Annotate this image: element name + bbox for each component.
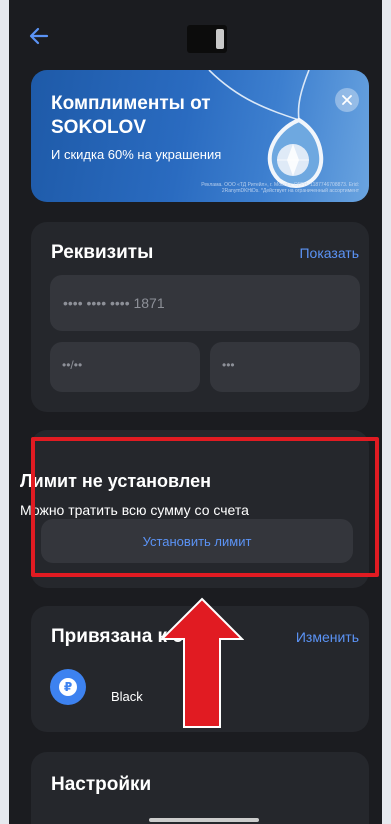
card-chip (216, 29, 224, 49)
banner-subtitle: И скидка 60% на украшения (51, 147, 222, 162)
card-number-text: •••• •••• •••• 1871 (63, 295, 165, 311)
banner-close-button[interactable] (335, 88, 359, 112)
change-account-link[interactable]: Изменить (296, 629, 359, 645)
ruble-icon: ₽ (59, 678, 77, 696)
expiry-field[interactable]: ••/•• (50, 342, 200, 392)
back-arrow-icon[interactable] (27, 24, 51, 48)
red-arrow-annotation (160, 597, 244, 728)
cvv-text: ••• (222, 358, 235, 372)
card-number-field[interactable]: •••• •••• •••• 1871 (50, 275, 360, 331)
close-icon (342, 95, 352, 105)
account-avatar-icon: ₽ (50, 669, 86, 705)
account-name: Black (111, 689, 143, 704)
promo-banner[interactable]: Комплименты от SOKOLOV И скидка 60% на у… (31, 70, 369, 202)
home-indicator (149, 818, 259, 822)
top-bar (9, 0, 382, 74)
card-thumbnail-icon (187, 25, 227, 53)
limit-subtitle: Можно тратить всю сумму со счета (20, 502, 249, 518)
settings-title: Настройки (51, 774, 152, 795)
settings-card[interactable]: Настройки (31, 752, 369, 824)
limit-title: Лимит не установлен (20, 471, 211, 491)
show-requisites-link[interactable]: Показать (299, 245, 359, 261)
expiry-text: ••/•• (62, 358, 83, 372)
banner-title: Комплименты от SOKOLOV (51, 93, 211, 138)
banner-legal-text: Реклама. ООО «ТД Ритейл», г. Москва, ОГР… (201, 182, 359, 194)
requisites-title: Реквизиты (51, 242, 154, 263)
set-limit-button-label: Установить лимит (142, 533, 252, 549)
set-limit-button[interactable]: Установить лимит (41, 519, 353, 563)
cvv-field[interactable]: ••• (210, 342, 360, 392)
requisites-card: Реквизиты Показать •••• •••• •••• 1871 •… (31, 222, 369, 412)
